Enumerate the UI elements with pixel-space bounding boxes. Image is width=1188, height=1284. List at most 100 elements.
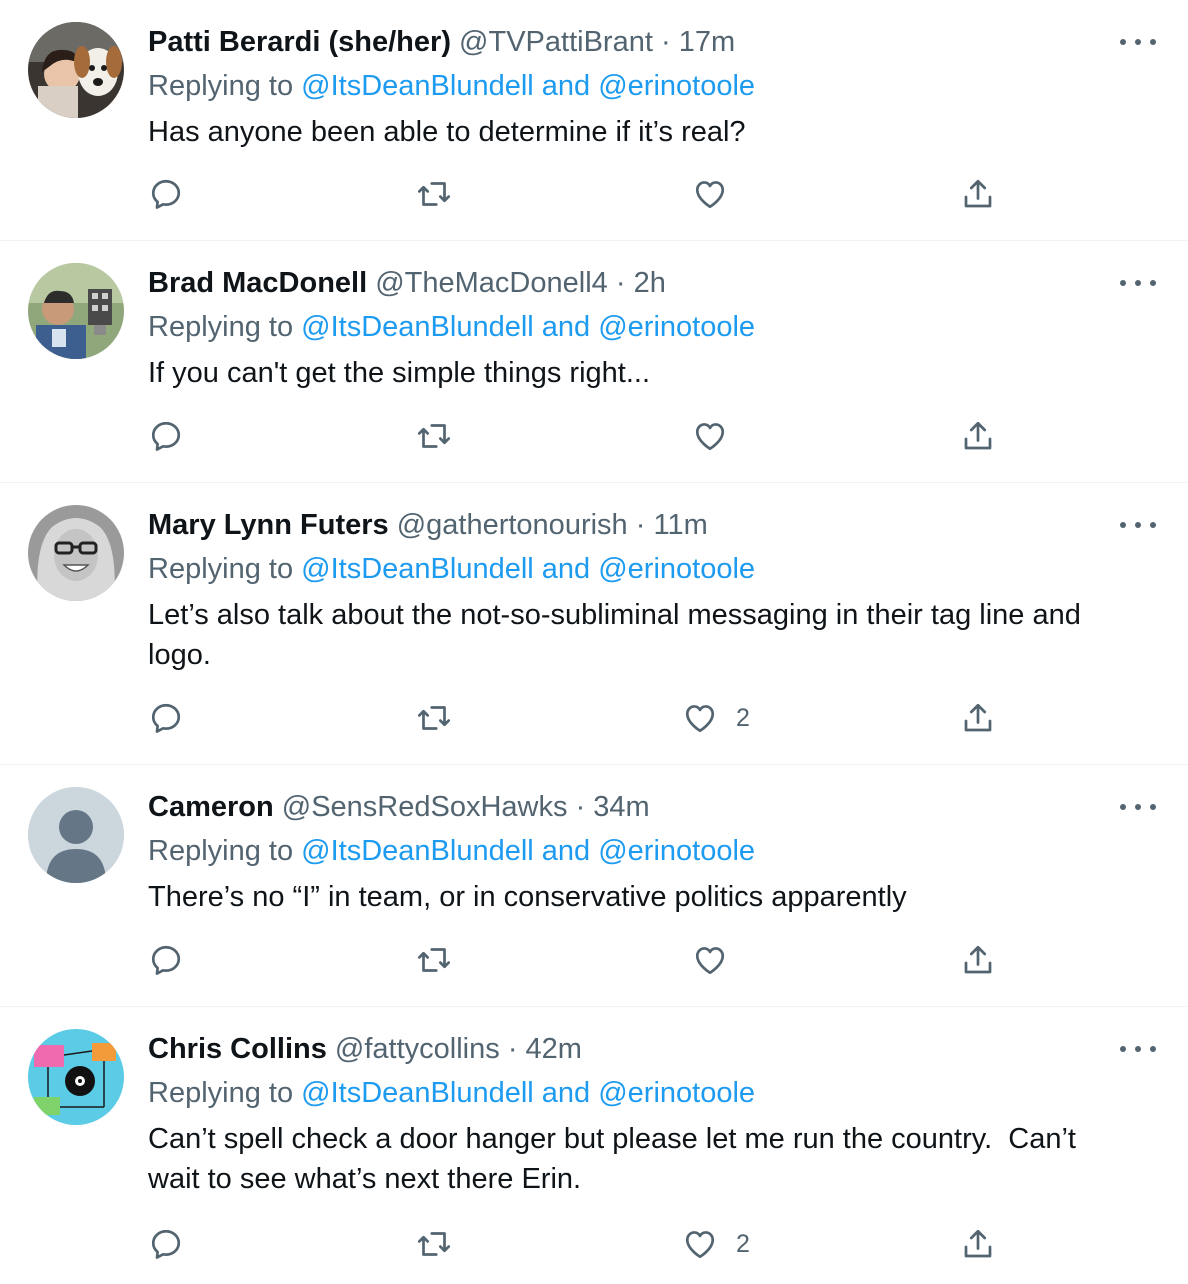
reply-icon — [151, 945, 181, 975]
more-options-icon[interactable] — [1120, 793, 1156, 821]
tweet-time[interactable]: 11m — [653, 509, 707, 541]
heart-icon — [685, 705, 715, 733]
tweet[interactable]: Patti Berardi (she/her) @TVPattiBrant · … — [0, 0, 1188, 241]
reply-button[interactable] — [148, 1224, 184, 1264]
tweet-text-line: There’s no “I” in team, or in conservati… — [148, 881, 907, 913]
tweet-actions: 2 — [148, 1224, 1008, 1264]
reply-button[interactable] — [148, 940, 184, 980]
retweet-button[interactable] — [416, 416, 452, 456]
reply-button[interactable] — [148, 416, 184, 456]
tweet-header: Patti Berardi (she/her) @TVPattiBrant · … — [148, 24, 735, 60]
author-handle[interactable]: @TVPattiBrant — [459, 26, 653, 58]
mention-link[interactable]: @ItsDeanBlundell — [301, 311, 534, 343]
reply-icon — [151, 1229, 181, 1259]
replying-label: Replying to — [148, 835, 302, 867]
author-name[interactable]: Mary Lynn Futers — [148, 509, 389, 541]
avatar-man-holding-trophy-image — [28, 263, 124, 359]
separator-dot: · — [507, 1033, 518, 1065]
author-name[interactable]: Cameron — [148, 791, 274, 823]
like-button[interactable] — [692, 940, 746, 980]
tweet-text: There’s no “I” in team, or in conservati… — [148, 877, 1138, 917]
like-button[interactable]: 2 — [682, 1224, 750, 1264]
mention-joiner: and — [533, 311, 599, 343]
retweet-button[interactable] — [416, 174, 452, 214]
author-name[interactable]: Patti Berardi (she/her) — [148, 26, 451, 58]
mention-link[interactable]: @ItsDeanBlundell — [301, 1077, 534, 1109]
heart-icon — [695, 423, 725, 451]
replying-label: Replying to — [148, 553, 302, 585]
avatar-woman-with-dog-image — [28, 22, 124, 118]
mention-link[interactable]: @ItsDeanBlundell — [301, 835, 534, 867]
avatar[interactable] — [28, 22, 124, 118]
tweet-text-line: Let’s also talk about the not-so-sublimi… — [148, 599, 1081, 631]
share-button[interactable] — [960, 1224, 996, 1264]
like-button[interactable] — [692, 174, 746, 214]
mention-link[interactable]: @erinotoole — [598, 553, 755, 585]
tweet[interactable]: Mary Lynn Futers @gathertonourish · 11m … — [0, 483, 1188, 765]
mention-link[interactable]: @erinotoole — [598, 1077, 755, 1109]
more-options-icon[interactable] — [1120, 28, 1156, 56]
tweet-header: Brad MacDonell @TheMacDonell4 · 2h — [148, 265, 666, 301]
tweet-time[interactable]: 2h — [634, 267, 666, 299]
share-icon — [964, 1229, 992, 1258]
tweet-text-line: If you can't get the simple things right… — [148, 357, 651, 389]
tweet-time[interactable]: 42m — [526, 1033, 582, 1065]
author-name[interactable]: Brad MacDonell — [148, 267, 367, 299]
tweet-header: Mary Lynn Futers @gathertonourish · 11m — [148, 507, 708, 543]
reply-button[interactable] — [148, 174, 184, 214]
reply-button[interactable] — [148, 698, 184, 738]
author-handle[interactable]: @SensRedSoxHawks — [282, 791, 568, 823]
share-button[interactable] — [960, 174, 996, 214]
replying-to: Replying to @ItsDeanBlundell and @erinot… — [148, 68, 755, 104]
retweet-button[interactable] — [416, 698, 452, 738]
avatar-smiling-woman-glasses-image — [28, 505, 124, 601]
tweet-time[interactable]: 17m — [679, 26, 735, 58]
mention-joiner: and — [533, 553, 599, 585]
replying-label: Replying to — [148, 70, 302, 102]
tweet-header: Chris Collins @fattycollins · 42m — [148, 1031, 582, 1067]
share-button[interactable] — [960, 940, 996, 980]
like-count: 2 — [736, 1229, 750, 1258]
avatar[interactable] — [28, 1029, 124, 1125]
separator-dot: · — [635, 509, 646, 541]
mention-link[interactable]: @erinotoole — [598, 70, 755, 102]
retweet-icon — [417, 1232, 451, 1256]
tweet-text-line: Can’t spell check a door hanger but plea… — [148, 1123, 1076, 1155]
replying-label: Replying to — [148, 1077, 302, 1109]
tweet[interactable]: Cameron @SensRedSoxHawks · 34m Replying … — [0, 765, 1188, 1007]
like-button[interactable]: 2 — [682, 698, 750, 738]
mention-link[interactable]: @ItsDeanBlundell — [301, 70, 534, 102]
tweet[interactable]: Brad MacDonell @TheMacDonell4 · 2h Reply… — [0, 241, 1188, 483]
avatar[interactable] — [28, 505, 124, 601]
tweet-header: Cameron @SensRedSoxHawks · 34m — [148, 789, 650, 825]
tweet[interactable]: Chris Collins @fattycollins · 42m Replyi… — [0, 1007, 1188, 1284]
mention-link[interactable]: @erinotoole — [598, 835, 755, 867]
avatar-flowchart-record-image — [28, 1029, 124, 1125]
tweet-text: Let’s also talk about the not-so-sublimi… — [148, 595, 1138, 675]
author-name[interactable]: Chris Collins — [148, 1033, 327, 1065]
tweet-text: Can’t spell check a door hanger but plea… — [148, 1119, 1138, 1199]
tweet-time[interactable]: 34m — [593, 791, 649, 823]
more-options-icon[interactable] — [1120, 1035, 1156, 1063]
default-avatar-icon — [28, 787, 124, 883]
retweet-button[interactable] — [416, 1224, 452, 1264]
avatar[interactable] — [28, 263, 124, 359]
avatar[interactable] — [28, 787, 124, 883]
heart-icon — [695, 181, 725, 209]
author-handle[interactable]: @fattycollins — [335, 1033, 500, 1065]
heart-icon — [685, 1231, 715, 1259]
author-handle[interactable]: @TheMacDonell4 — [375, 267, 608, 299]
mention-joiner: and — [533, 835, 599, 867]
author-handle[interactable]: @gathertonourish — [397, 509, 628, 541]
share-button[interactable] — [960, 416, 996, 456]
tweet-text-line: wait to see what’s next there Erin. — [148, 1163, 582, 1195]
share-button[interactable] — [960, 698, 996, 738]
more-options-icon[interactable] — [1120, 511, 1156, 539]
reply-icon — [151, 421, 181, 451]
like-button[interactable] — [692, 416, 746, 456]
reply-icon — [151, 179, 181, 209]
retweet-button[interactable] — [416, 940, 452, 980]
mention-link[interactable]: @ItsDeanBlundell — [301, 553, 534, 585]
mention-link[interactable]: @erinotoole — [598, 311, 755, 343]
more-options-icon[interactable] — [1120, 269, 1156, 297]
